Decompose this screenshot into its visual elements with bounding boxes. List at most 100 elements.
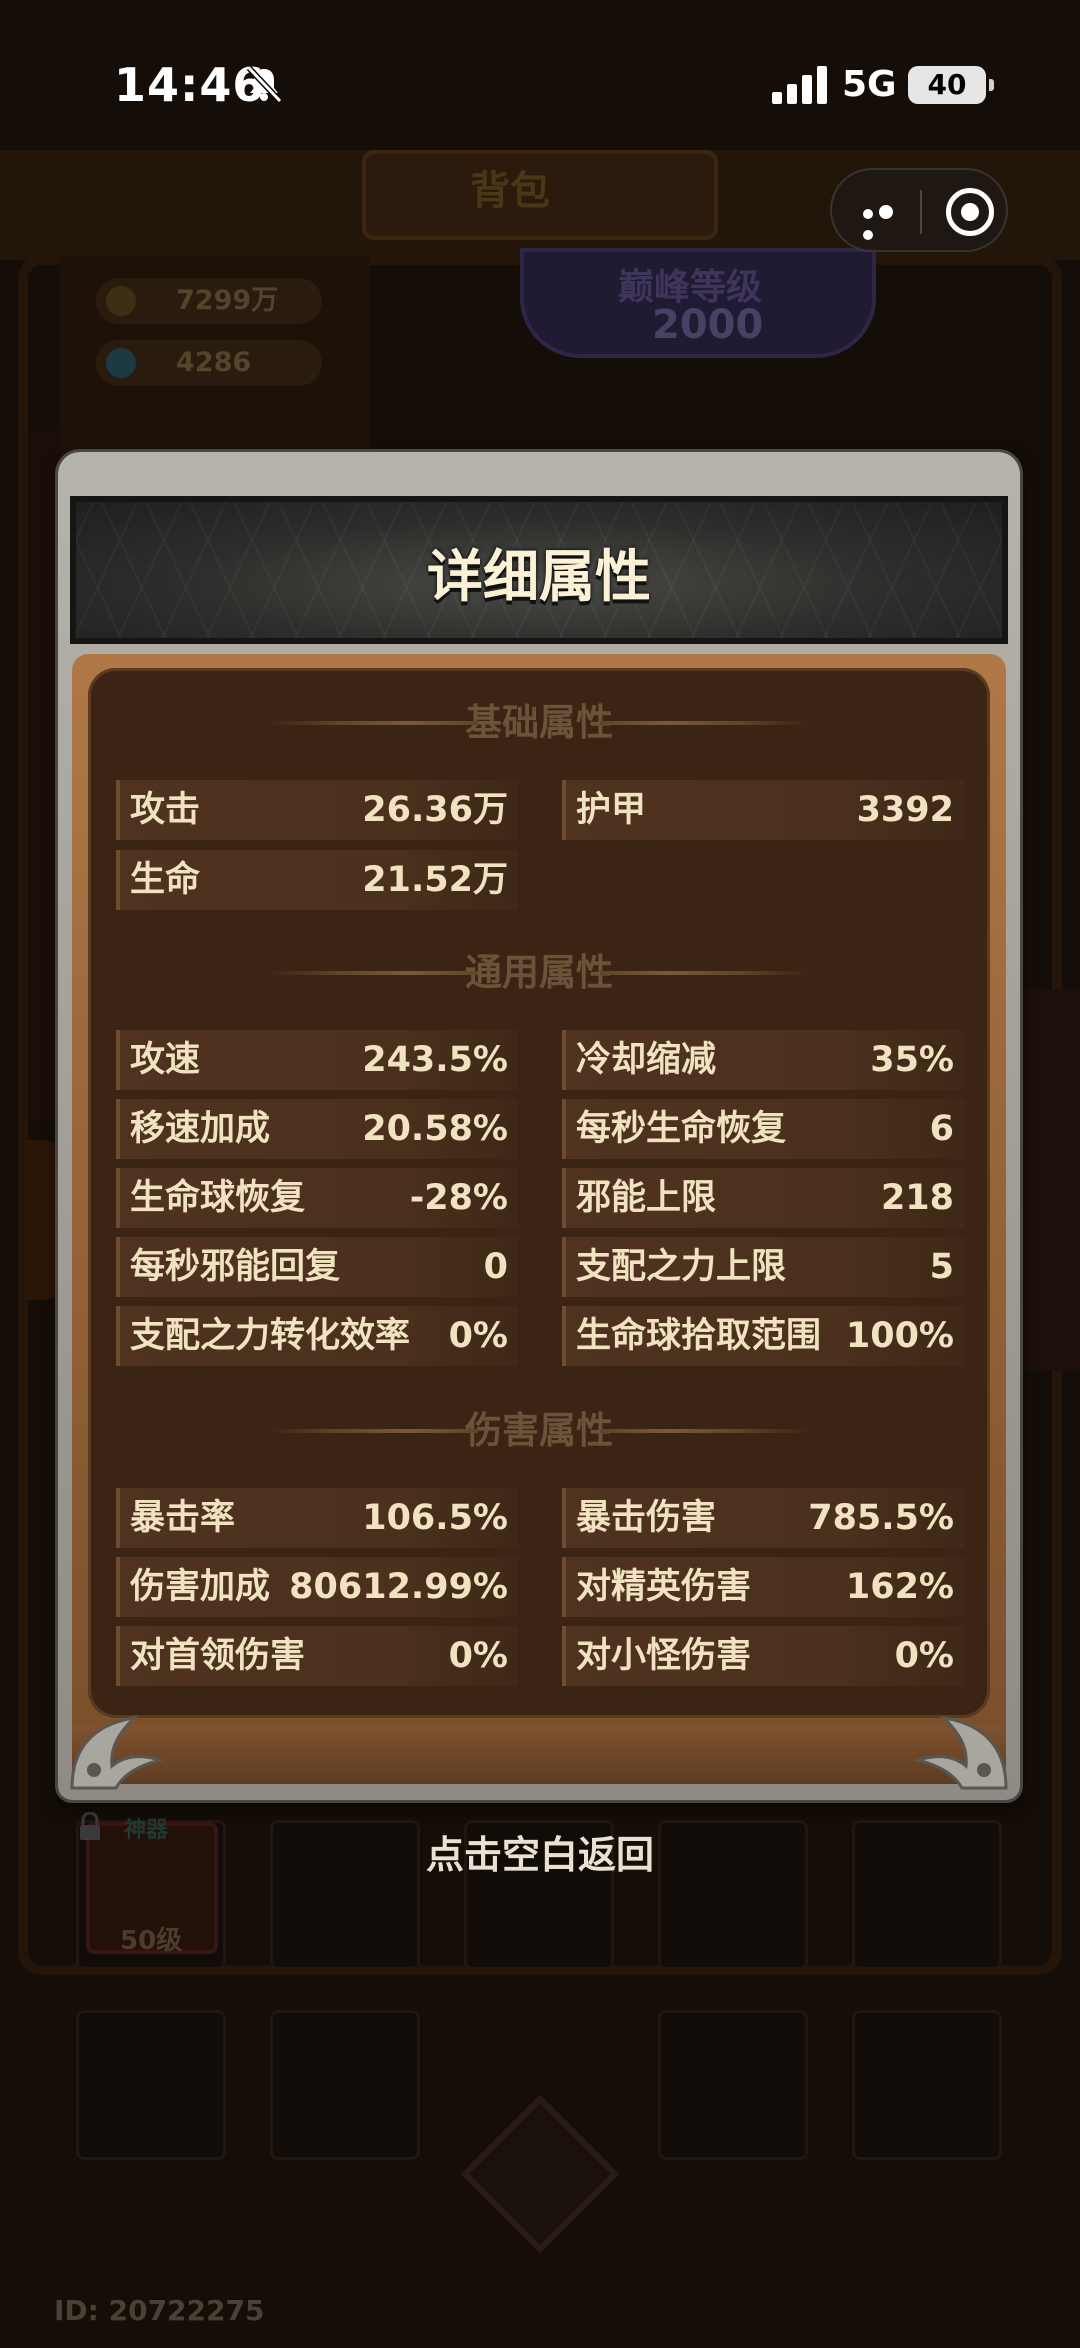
stat-label: 每秒邪能回复: [130, 1247, 341, 1287]
section-divider-left: [268, 1429, 478, 1433]
section-divider-right: [600, 721, 810, 725]
peak-level-value: 2000: [652, 302, 764, 348]
stat-row: 冷却缩减 35%: [562, 1030, 964, 1090]
stat-row: 每秒生命恢复 6: [562, 1099, 964, 1159]
stat-value: 35%: [870, 1040, 954, 1080]
stat-value: 243.5%: [362, 1040, 508, 1080]
diamond-icon: [106, 348, 136, 378]
section-divider-right: [600, 1429, 810, 1433]
stat-row: 对小怪伤害 0%: [562, 1626, 964, 1686]
battery-indicator: 40: [908, 66, 994, 104]
inventory-slot[interactable]: [658, 2010, 808, 2160]
player-id: ID: 20722275: [54, 2294, 265, 2327]
section-divider-right: [600, 971, 810, 975]
stat-label: 每秒生命恢复: [576, 1109, 787, 1149]
stat-row: 邪能上限 218: [562, 1168, 964, 1228]
section-title-basic: 基础属性: [88, 698, 990, 748]
bg-side-panel-right: [1012, 990, 1080, 1370]
stats-panel: 基础属性 攻击 26.36万 护甲 3392 生命 21.52万 通用属性 攻速…: [88, 668, 990, 1718]
stat-value: 100%: [845, 1316, 954, 1356]
stat-label: 攻速: [130, 1040, 201, 1080]
stat-value: 5: [929, 1247, 954, 1287]
stat-label: 生命: [130, 860, 201, 900]
stat-value: -28%: [409, 1178, 508, 1218]
signal-icon: [772, 66, 827, 104]
miniprogram-capsule: [830, 168, 1008, 252]
artifact-level: 50级: [120, 1926, 183, 1956]
stat-label: 对精英伤害: [576, 1567, 752, 1607]
attribute-details-modal: 详细属性 基础属性 攻击 26.36万 护甲 3392 生命 21.52万 通用…: [58, 452, 1020, 1800]
section-title-text: 通用属性: [465, 951, 613, 994]
stat-row: 暴击伤害 785.5%: [562, 1488, 964, 1548]
gold-counter: 7299万: [96, 278, 322, 324]
stat-label: 移速加成: [130, 1109, 271, 1149]
stat-label: 冷却缩减: [576, 1040, 717, 1080]
stat-value: 0: [483, 1247, 508, 1287]
stat-label: 生命球拾取范围: [576, 1316, 822, 1356]
section-divider-left: [268, 721, 478, 725]
stat-row: 暴击率 106.5%: [116, 1488, 518, 1548]
stat-value: 785.5%: [808, 1498, 954, 1538]
stat-value: 20.58%: [362, 1109, 508, 1149]
stat-label: 暴击伤害: [576, 1498, 717, 1538]
bell-mute-icon: [246, 65, 283, 104]
stat-row: 移速加成 20.58%: [116, 1099, 518, 1159]
stat-row: 对精英伤害 162%: [562, 1557, 964, 1617]
status-bar: 14:46 5G 40: [0, 0, 1080, 170]
section-title-text: 基础属性: [465, 701, 613, 744]
inventory-slot[interactable]: [270, 2010, 420, 2160]
stat-value: 218: [880, 1178, 954, 1218]
stat-row: 支配之力上限 5: [562, 1237, 964, 1297]
inventory-slot[interactable]: [76, 2010, 226, 2160]
stat-value: 162%: [845, 1567, 954, 1607]
stat-row: 攻速 243.5%: [116, 1030, 518, 1090]
stat-row: 生命球拾取范围 100%: [562, 1306, 964, 1366]
stat-value: 21.52万: [362, 860, 508, 900]
exit-miniprogram-icon[interactable]: [946, 188, 994, 236]
stat-row: 护甲 3392: [562, 780, 964, 840]
stat-value: 0%: [448, 1636, 508, 1676]
stat-value: 80612.99%: [289, 1567, 508, 1607]
inventory-slot[interactable]: [852, 2010, 1002, 2160]
network-type: 5G: [842, 64, 897, 105]
gold-value: 7299万: [176, 285, 279, 316]
diamond-value: 4286: [176, 347, 252, 378]
section-divider-left: [268, 971, 478, 975]
section-title-damage: 伤害属性: [88, 1406, 990, 1456]
stat-label: 伤害加成: [130, 1567, 271, 1607]
tap-blank-to-return[interactable]: 点击空白返回: [0, 1824, 1080, 1879]
corner-ornament-icon: [912, 1715, 1008, 1790]
stat-label: 支配之力转化效率: [130, 1316, 411, 1356]
capsule-divider: [920, 190, 922, 234]
modal-title: 详细属性: [427, 545, 651, 610]
more-options-icon[interactable]: [860, 200, 910, 240]
status-time: 14:46: [114, 58, 266, 112]
stat-value: 0%: [448, 1316, 508, 1356]
stat-label: 暴击率: [130, 1498, 236, 1538]
diamond-counter: 4286: [96, 340, 322, 386]
stat-label: 支配之力上限: [576, 1247, 787, 1287]
stat-label: 生命球恢复: [130, 1178, 306, 1218]
modal-bottom-strip: [72, 1724, 1006, 1784]
stat-row: 每秒邪能回复 0: [116, 1237, 518, 1297]
stat-row: 生命 21.52万: [116, 850, 518, 910]
gold-coin-icon: [106, 286, 136, 316]
stat-value: 6: [929, 1109, 954, 1149]
stat-value: 26.36万: [362, 790, 508, 830]
stat-value: 0%: [894, 1636, 954, 1676]
stat-row: 伤害加成 80612.99%: [116, 1557, 518, 1617]
stat-row: 支配之力转化效率 0%: [116, 1306, 518, 1366]
stat-label: 邪能上限: [576, 1178, 717, 1218]
stat-value: 3392: [856, 790, 954, 830]
modal-body: 基础属性 攻击 26.36万 护甲 3392 生命 21.52万 通用属性 攻速…: [70, 654, 1008, 1790]
stat-label: 对小怪伤害: [576, 1636, 752, 1676]
stat-row: 对首领伤害 0%: [116, 1626, 518, 1686]
corner-ornament-icon: [70, 1715, 166, 1790]
stat-label: 攻击: [130, 790, 201, 830]
stat-label: 对首领伤害: [130, 1636, 306, 1676]
stat-row: 生命球恢复 -28%: [116, 1168, 518, 1228]
section-title-text: 伤害属性: [465, 1409, 613, 1452]
section-title-general: 通用属性: [88, 948, 990, 998]
stat-label: 护甲: [576, 790, 647, 830]
stat-row: 攻击 26.36万: [116, 780, 518, 840]
